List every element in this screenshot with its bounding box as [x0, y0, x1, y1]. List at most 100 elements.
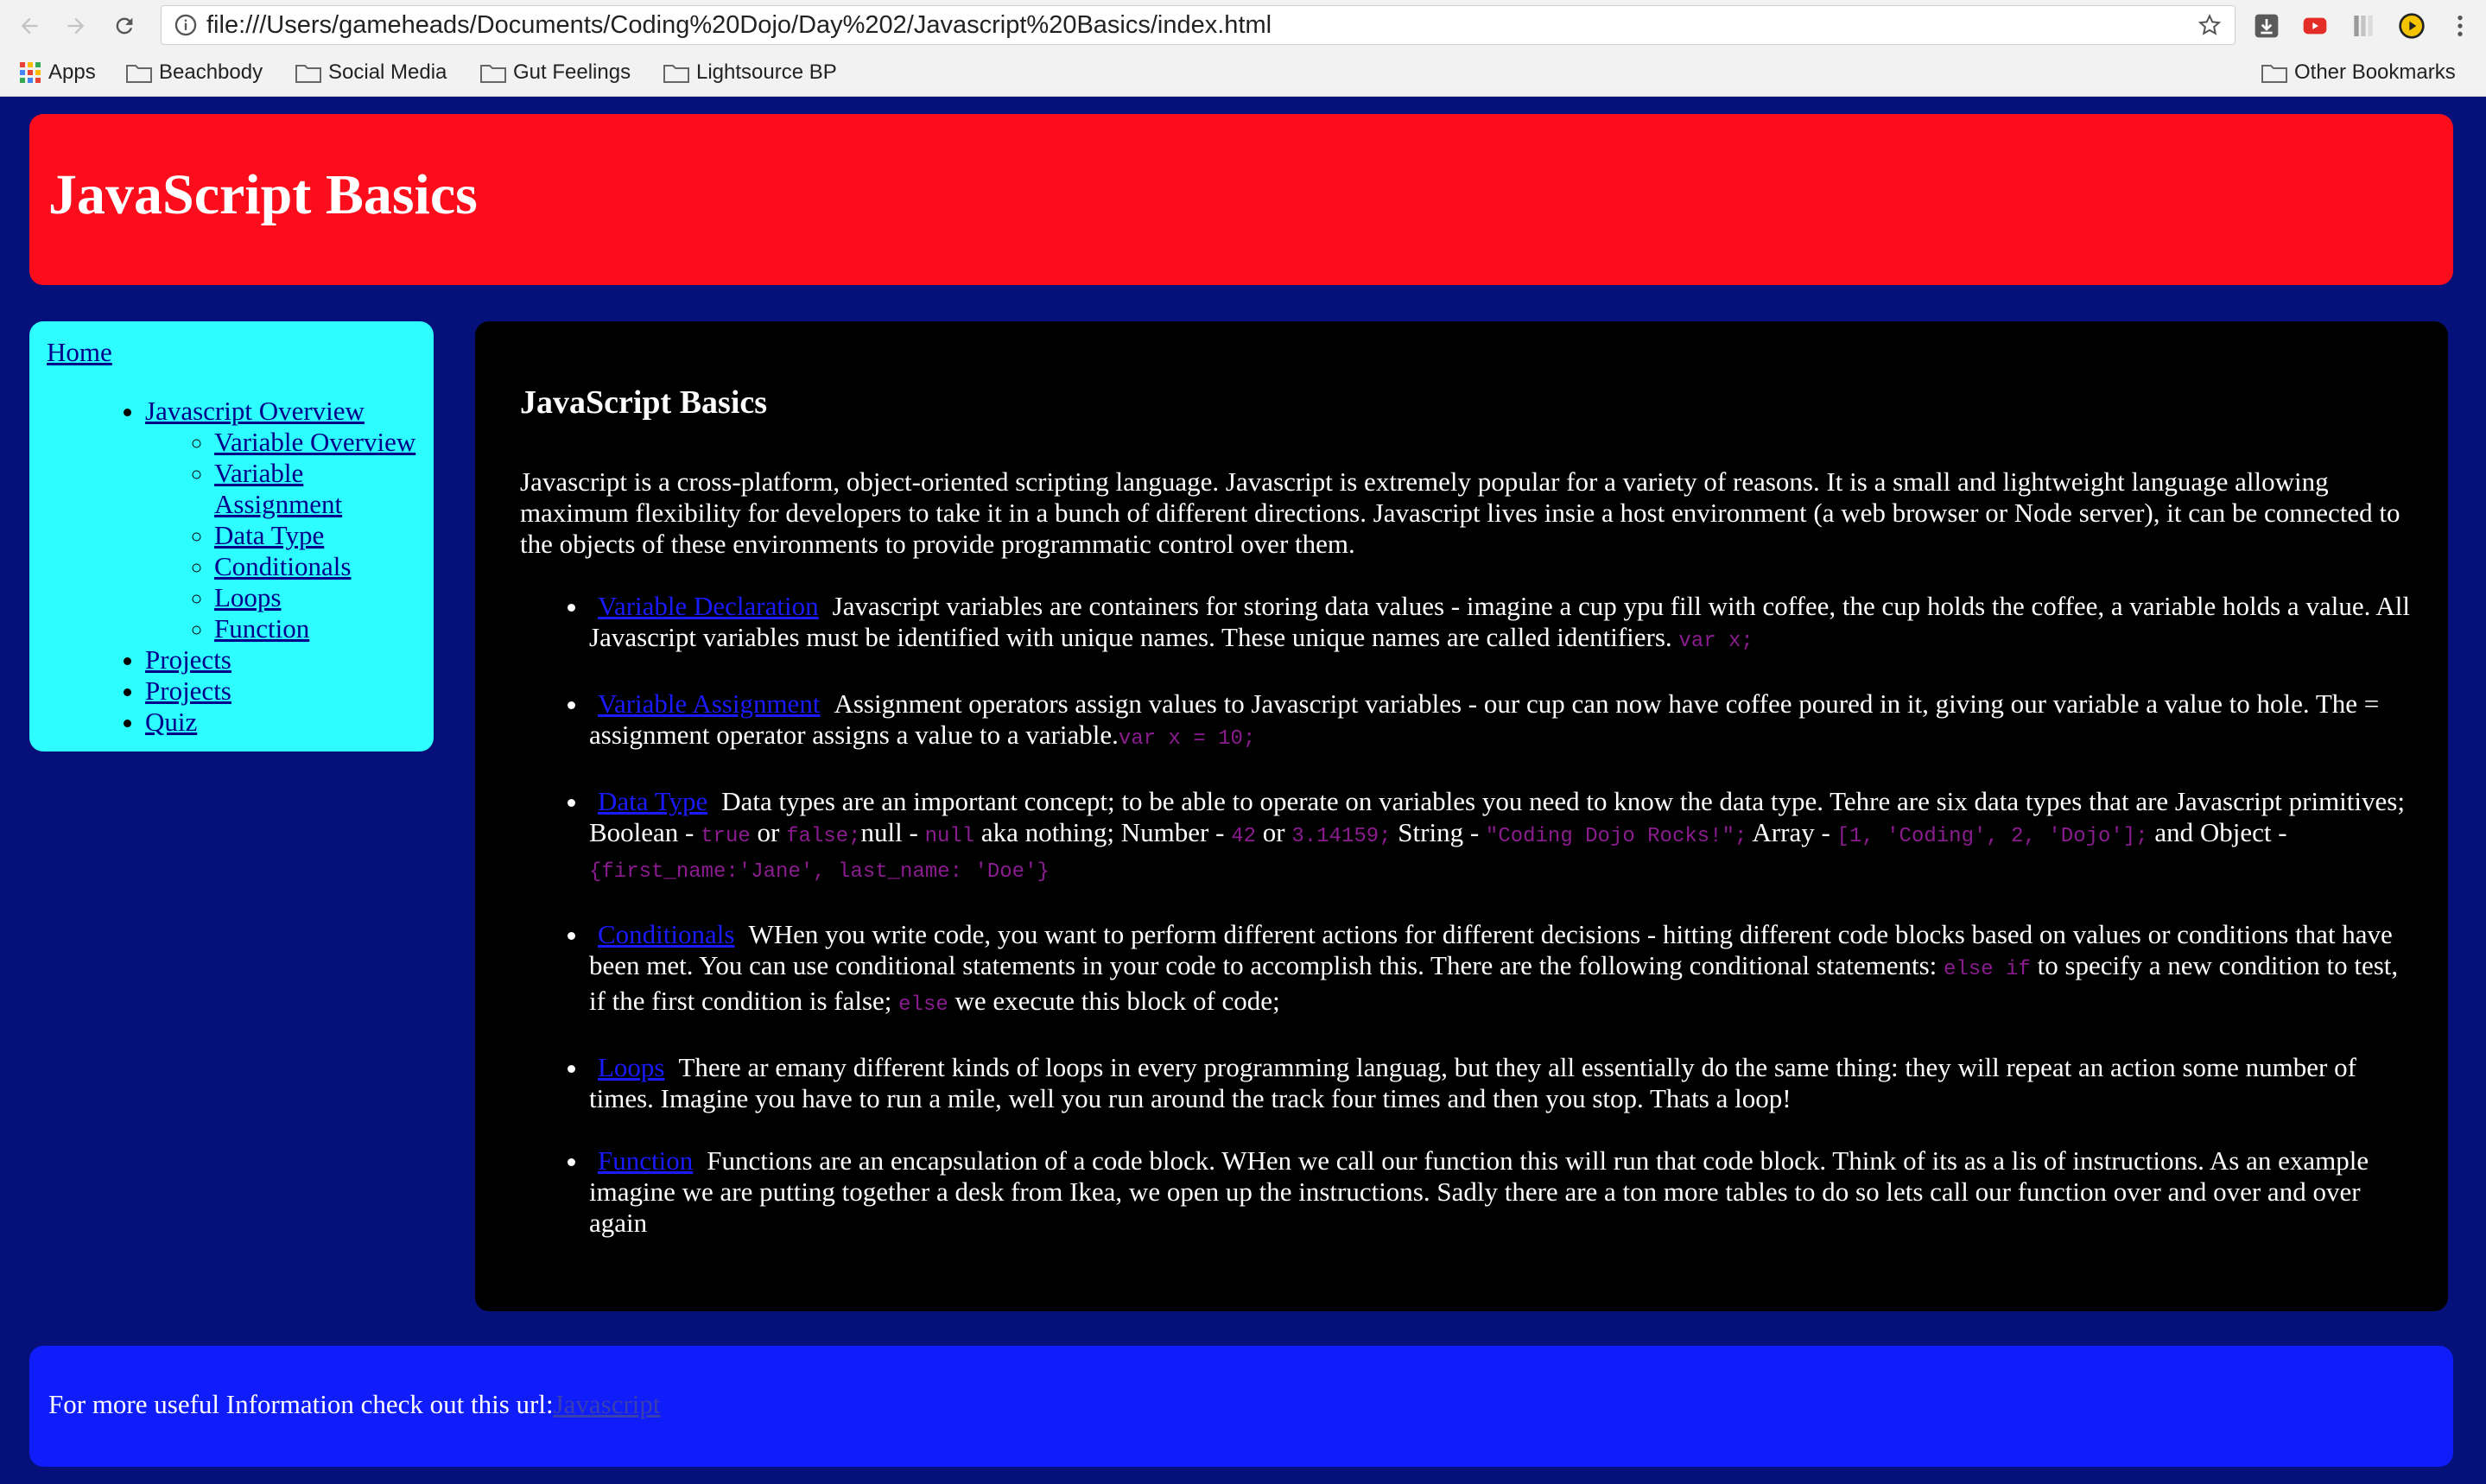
topic-text: and Object -	[2154, 817, 2287, 847]
main-content: JavaScript Basics Javascript is a cross-…	[475, 321, 2448, 1311]
code-snippet: true	[701, 825, 751, 848]
sidebar-link-variable-assignment[interactable]: Variable Assignment	[214, 458, 342, 519]
topic-text: null -	[860, 817, 918, 847]
sidebar-link-projects[interactable]: Projects	[145, 644, 231, 675]
sidebar-subitem: Function	[214, 613, 434, 644]
sidebar-link-home[interactable]: Home	[47, 337, 112, 368]
topic-link-conditionals[interactable]: Conditionals	[598, 919, 734, 949]
extension-bars-icon[interactable]	[2348, 10, 2379, 41]
code-snippet: [1, 'Coding', 2, 'Dojo'];	[1836, 825, 2148, 848]
sidebar-item-projects: Projects	[145, 675, 434, 707]
topic-item-variable-declaration: Variable DeclarationJavascript variables…	[589, 591, 2412, 657]
sidebar-link-loops[interactable]: Loops	[214, 582, 282, 612]
bookmark-label: Other Bookmarks	[2294, 60, 2456, 84]
bookmark-star-icon[interactable]	[2190, 5, 2229, 45]
topic-text: Functions are an encapsulation of a code…	[589, 1145, 2369, 1238]
page-header: JavaScript Basics	[29, 114, 2453, 285]
topic-text: or	[1262, 817, 1285, 847]
address-bar[interactable]: file:///Users/gameheads/Documents/Coding…	[161, 5, 2235, 45]
menu-dots-icon[interactable]	[2445, 10, 2476, 41]
footer-text: For more useful Information check out th…	[48, 1389, 554, 1419]
sidebar-link-conditionals[interactable]: Conditionals	[214, 551, 351, 581]
reload-button[interactable]	[107, 9, 142, 43]
bookmark-beachbody[interactable]: Beachbody	[126, 59, 263, 86]
sidebar-subitem: Loops	[214, 582, 434, 613]
bookmark-other-bookmarks[interactable]: Other Bookmarks	[2261, 59, 2456, 86]
folder-icon	[480, 65, 506, 83]
topic-item-conditionals: ConditionalsWHen you write code, you wan…	[589, 919, 2412, 1021]
bookmark-gut-feelings[interactable]: Gut Feelings	[480, 59, 631, 86]
bookmark-apps[interactable]: Apps	[19, 59, 96, 86]
bookmark-label: Social Media	[328, 60, 447, 84]
bookmark-label: Beachbody	[159, 60, 263, 84]
back-button[interactable]	[12, 9, 47, 43]
bookmarks-bar: Apps Beachbody Social Media Gut Feelings…	[0, 55, 2486, 90]
youtube-extension-icon[interactable]	[2299, 10, 2331, 41]
topic-text: There ar emany different kinds of loops …	[589, 1052, 2356, 1113]
topic-link-variable-assignment[interactable]: Variable Assignment	[598, 688, 820, 719]
folder-icon	[126, 65, 152, 83]
arrow-left-icon	[21, 17, 38, 35]
bookmark-social-media[interactable]: Social Media	[295, 59, 447, 86]
code-snippet: else	[898, 993, 948, 1017]
sidebar-link-javascript-overview[interactable]: Javascript Overview	[145, 396, 365, 426]
url-text[interactable]: file:///Users/gameheads/Documents/Coding…	[203, 11, 2190, 40]
topic-text: Javascript variables are containers for …	[589, 591, 2410, 652]
sidebar-link-variable-overview[interactable]: Variable Overview	[214, 427, 415, 457]
sidebar-sublist: Variable Overview Variable Assignment Da…	[145, 427, 434, 644]
page-footer: For more useful Information check out th…	[29, 1346, 2453, 1467]
topic-text: aka nothing; Number -	[980, 817, 1225, 847]
code-snippet: {first_name:'Jane', last_name: 'Doe'}	[589, 860, 1050, 884]
topic-item-variable-assignment: Variable AssignmentAssignment operators …	[589, 688, 2412, 755]
sidebar-subitem: Conditionals	[214, 551, 434, 582]
code-snippet: false;	[786, 825, 861, 848]
play-extension-icon[interactable]	[2396, 10, 2427, 41]
folder-icon	[295, 65, 321, 83]
sidebar-list: Javascript Overview Variable Overview Va…	[116, 396, 434, 738]
code-snippet: else if	[1944, 958, 2031, 981]
sidebar-link-quiz[interactable]: Quiz	[145, 707, 197, 737]
sidebar-nav: Home Javascript Overview Variable Overvi…	[29, 321, 434, 752]
download-extension-icon[interactable]	[2251, 10, 2282, 41]
bookmark-label: Lightsource BP	[696, 60, 837, 84]
info-icon[interactable]	[168, 5, 203, 45]
code-snippet: var x;	[1678, 630, 1754, 653]
sidebar-item-javascript-overview: Javascript Overview Variable Overview Va…	[145, 396, 434, 644]
footer-link-javascript[interactable]: Javascript	[554, 1389, 661, 1419]
topic-link-variable-declaration[interactable]: Variable Declaration	[598, 591, 819, 621]
sidebar-link-projects-2[interactable]: Projects	[145, 675, 231, 706]
sidebar-link-function[interactable]: Function	[214, 613, 309, 644]
sidebar-subitem: Data Type	[214, 520, 434, 551]
folder-icon	[663, 65, 689, 83]
topic-text: we execute this block of code;	[954, 986, 1280, 1016]
topic-item-data-type: Data TypeData types are an important con…	[589, 786, 2412, 888]
sidebar-subitem: Variable Overview	[214, 427, 434, 458]
footer-line: For more useful Information check out th…	[48, 1389, 661, 1420]
sidebar-subitem: Variable Assignment	[214, 458, 434, 520]
browser-toolbar: file:///Users/gameheads/Documents/Coding…	[0, 0, 2486, 52]
sidebar-item-projects: Projects	[145, 644, 434, 675]
topic-link-data-type[interactable]: Data Type	[598, 786, 707, 816]
apps-grid-icon	[19, 61, 41, 84]
forward-button[interactable]	[59, 9, 93, 43]
topic-text: or	[757, 817, 780, 847]
bookmark-label: Gut Feelings	[513, 60, 631, 84]
content-title: JavaScript Basics	[520, 384, 768, 421]
code-snippet: "Coding Dojo Rocks!";	[1485, 825, 1747, 848]
topic-item-loops: LoopsThere ar emany different kinds of l…	[589, 1052, 2412, 1114]
bookmark-lightsource-bp[interactable]: Lightsource BP	[663, 59, 837, 86]
browser-chrome: file:///Users/gameheads/Documents/Coding…	[0, 0, 2486, 97]
code-snippet: 3.14159;	[1291, 825, 1392, 848]
sidebar-link-data-type[interactable]: Data Type	[214, 520, 324, 550]
topic-list: Variable DeclarationJavascript variables…	[520, 591, 2412, 1270]
reload-icon	[116, 17, 133, 35]
topic-text: String -	[1398, 817, 1480, 847]
topic-item-function: FunctionFunctions are an encapsulation o…	[589, 1145, 2412, 1239]
topic-text: Assignment operators assign values to Ja…	[589, 688, 2380, 750]
arrow-right-icon	[67, 17, 85, 35]
page-title: JavaScript Basics	[48, 163, 478, 226]
topic-link-loops[interactable]: Loops	[598, 1052, 665, 1082]
sidebar-item-quiz: Quiz	[145, 707, 434, 738]
code-snippet: var x = 10;	[1118, 727, 1256, 751]
topic-link-function[interactable]: Function	[598, 1145, 693, 1176]
